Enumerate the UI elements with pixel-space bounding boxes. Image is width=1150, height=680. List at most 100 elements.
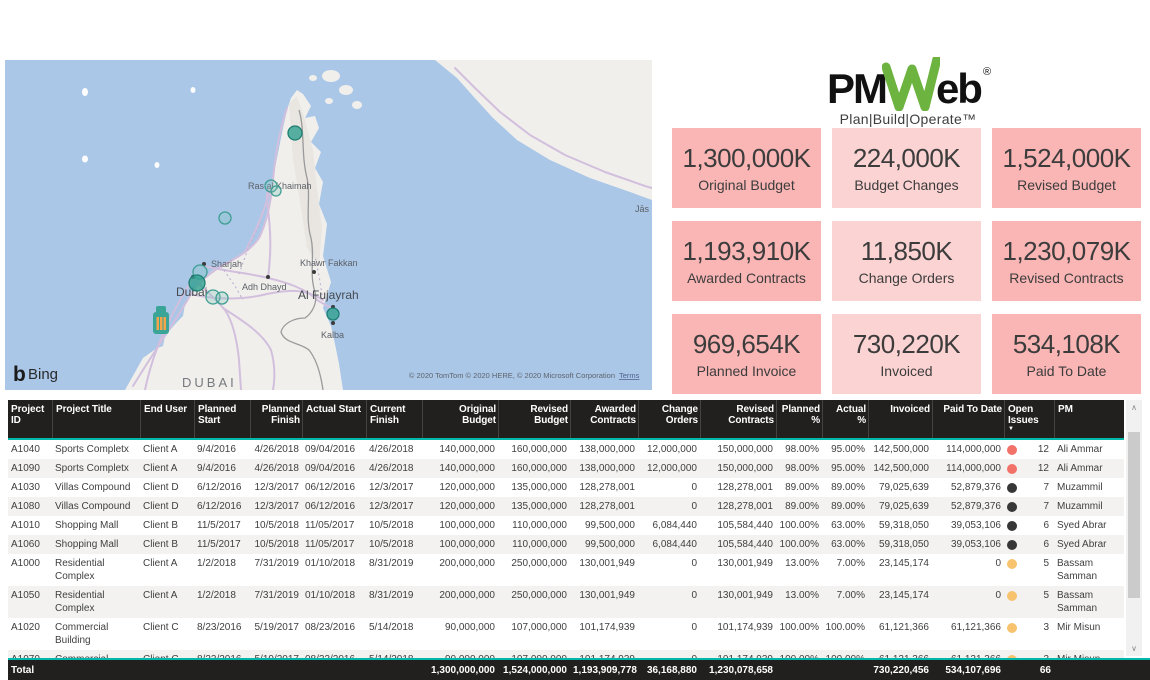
cell-revised_contracts: 101,174,939 xyxy=(700,650,776,658)
cell-revised_contracts: 128,278,001 xyxy=(700,478,776,497)
table-scrollbar[interactable]: ∧ ∨ xyxy=(1126,400,1142,656)
cell-awarded_contracts: 128,278,001 xyxy=(570,497,638,516)
scroll-up-icon[interactable]: ∧ xyxy=(1126,403,1142,412)
column-header-actual_start[interactable]: Actual Start xyxy=(302,400,366,438)
cell-invoiced: 142,500,000 xyxy=(868,459,932,478)
cell-revised_contracts: 130,001,949 xyxy=(700,554,776,573)
cell-id: A1030 xyxy=(8,478,52,497)
kpi-card-original-budget[interactable]: 1,300,000KOriginal Budget xyxy=(672,128,821,208)
cell-planned_start: 6/12/2016 xyxy=(194,497,250,516)
cell-id: A1080 xyxy=(8,497,52,516)
column-header-awarded_contracts[interactable]: Awarded Contracts xyxy=(570,400,638,438)
kpi-label: Paid To Date xyxy=(1027,363,1107,379)
cell-current_finish: 12/3/2017 xyxy=(366,478,422,497)
column-header-id[interactable]: Project ID xyxy=(8,400,52,438)
cell-change_orders: 0 xyxy=(638,497,700,516)
cell-actual_pct: 89.00% xyxy=(822,478,868,497)
table-row-A1010[interactable]: A1010Shopping MallClient B11/5/201710/5/… xyxy=(8,516,1124,535)
column-header-revised_budget[interactable]: Revised Budget xyxy=(498,400,570,438)
cell-paid_to_date: 114,000,000 xyxy=(932,440,1004,459)
column-header-change_orders[interactable]: Change Orders xyxy=(638,400,700,438)
cell-actual_pct: 89.00% xyxy=(822,497,868,516)
table-row-A1000[interactable]: A1000Residential ComplexClient A1/2/2018… xyxy=(8,554,1124,586)
total-cell-id: Total xyxy=(8,662,52,679)
column-header-pm[interactable]: PM xyxy=(1054,400,1124,438)
table-row-A1050[interactable]: A1050Residential ComplexClient A1/2/2018… xyxy=(8,586,1124,618)
cell-id: A1040 xyxy=(8,440,52,459)
kpi-card-awarded-contracts[interactable]: 1,193,910KAwarded Contracts xyxy=(672,221,821,301)
cell-revised_budget: 160,000,000 xyxy=(498,459,570,478)
cell-planned_pct: 89.00% xyxy=(776,478,822,497)
cell-end_user: Client A xyxy=(140,440,194,459)
kpi-card-change-orders[interactable]: 11,850KChange Orders xyxy=(832,221,981,301)
cell-title: Commercial Building xyxy=(52,650,140,658)
column-header-end_user[interactable]: End User xyxy=(140,400,194,438)
kpi-label: Change Orders xyxy=(859,270,955,286)
table-row-A1080[interactable]: A1080Villas CompoundClient D6/12/201612/… xyxy=(8,497,1124,516)
map-label-al-fujayrah: Al Fujayrah xyxy=(298,288,359,302)
map-label-adh-dhayd: Adh Dhayd xyxy=(242,282,287,292)
table-row-A1030[interactable]: A1030Villas CompoundClient D6/12/201612/… xyxy=(8,478,1124,497)
kpi-card-invoiced[interactable]: 730,220KInvoiced xyxy=(832,314,981,394)
cell-title: Residential Complex xyxy=(52,586,140,618)
table-row-A1040[interactable]: A1040Sports CompletxClient A9/4/20164/26… xyxy=(8,440,1124,459)
column-header-actual_pct[interactable]: Actual % xyxy=(822,400,868,438)
kpi-card-budget-changes[interactable]: 224,000KBudget Changes xyxy=(832,128,981,208)
cell-end_user: Client D xyxy=(140,478,194,497)
table-row-A1020[interactable]: A1020Commercial BuildingClient C8/23/201… xyxy=(8,618,1124,650)
cell-current_finish: 10/5/2018 xyxy=(366,535,422,554)
cell-actual_pct: 7.00% xyxy=(822,586,868,605)
sort-descending-icon[interactable]: ▼ xyxy=(1008,426,1052,432)
cell-title: Shopping Mall xyxy=(52,535,140,554)
cell-planned_pct: 13.00% xyxy=(776,554,822,573)
cell-actual_start: 01/10/2018 xyxy=(302,586,366,605)
scroll-down-icon[interactable]: ∨ xyxy=(1126,644,1142,653)
cell-planned_start: 8/23/2016 xyxy=(194,618,250,637)
map-project-marker[interactable] xyxy=(216,292,228,304)
map-project-marker[interactable] xyxy=(271,186,281,196)
column-header-planned_finish[interactable]: Planned Finish xyxy=(250,400,302,438)
map-project-marker[interactable] xyxy=(219,212,231,224)
cell-current_finish: 12/3/2017 xyxy=(366,497,422,516)
table-row-A1070[interactable]: A1070Commercial BuildingClient C8/23/201… xyxy=(8,650,1124,658)
column-header-current_finish[interactable]: Current Finish xyxy=(366,400,422,438)
kpi-card-revised-budget[interactable]: 1,524,000KRevised Budget xyxy=(992,128,1141,208)
bing-logo[interactable]: b Bing xyxy=(13,363,58,386)
map-project-marker[interactable] xyxy=(189,275,205,291)
map-terms-link[interactable]: Terms xyxy=(619,371,640,380)
table-header-row: Project IDProject TitleEnd UserPlanned S… xyxy=(8,400,1124,438)
cell-open_issues: 3 xyxy=(1004,650,1054,658)
column-header-title[interactable]: Project Title xyxy=(52,400,140,438)
cell-actual_pct: 95.00% xyxy=(822,440,868,459)
total-cell-actual_pct xyxy=(822,668,868,672)
cell-revised_contracts: 101,174,939 xyxy=(700,618,776,637)
kpi-card-planned-invoice[interactable]: 969,654KPlanned Invoice xyxy=(672,314,821,394)
cell-open_issues: 5 xyxy=(1004,554,1054,573)
table-row-A1090[interactable]: A1090Sports CompletxClient A9/4/20164/26… xyxy=(8,459,1124,478)
cell-awarded_contracts: 99,500,000 xyxy=(570,516,638,535)
column-header-planned_start[interactable]: Planned Start xyxy=(194,400,250,438)
cell-change_orders: 0 xyxy=(638,554,700,573)
column-header-paid_to_date[interactable]: Paid To Date xyxy=(932,400,1004,438)
scrollbar-thumb[interactable] xyxy=(1128,432,1140,598)
column-header-revised_contracts[interactable]: Revised Contracts xyxy=(700,400,776,438)
column-header-open_issues[interactable]: Open Issues▼ xyxy=(1004,400,1054,438)
column-header-original_budget[interactable]: Original Budget xyxy=(422,400,498,438)
total-cell-original_budget: 1,300,000,000 xyxy=(422,662,498,679)
cell-open_issues: 12 xyxy=(1004,459,1054,478)
kpi-card-revised-contracts[interactable]: 1,230,079KRevised Contracts xyxy=(992,221,1141,301)
cell-change_orders: 6,084,440 xyxy=(638,516,700,535)
cell-revised_budget: 107,000,000 xyxy=(498,650,570,658)
column-header-planned_pct[interactable]: Planned % xyxy=(776,400,822,438)
map-project-marker[interactable] xyxy=(327,308,339,320)
map-project-marker[interactable] xyxy=(288,126,302,140)
issue-status-dot xyxy=(1007,540,1017,550)
kpi-value: 534,108K xyxy=(1013,329,1120,360)
kpi-card-paid-to-date[interactable]: 534,108K Paid To Date xyxy=(992,314,1141,394)
cell-awarded_contracts: 99,500,000 xyxy=(570,535,638,554)
column-header-invoiced[interactable]: Invoiced xyxy=(868,400,932,438)
cell-paid_to_date: 61,121,366 xyxy=(932,618,1004,637)
bing-map[interactable]: Ras al KhaimahSharjahDubaiAdh DhaydKhawr… xyxy=(5,60,652,390)
table-row-A1060[interactable]: A1060Shopping MallClient B11/5/201710/5/… xyxy=(8,535,1124,554)
cell-original_budget: 140,000,000 xyxy=(422,440,498,459)
